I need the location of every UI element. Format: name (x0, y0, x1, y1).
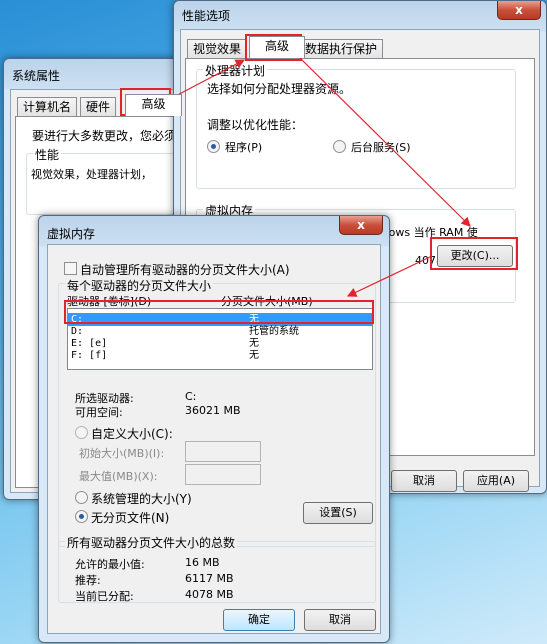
initial-size-label: 初始大小(MB)(I): (79, 447, 165, 460)
tab-dep[interactable]: 数据执行保护 (299, 39, 384, 58)
adjust-label: 调整以优化性能： (207, 118, 304, 132)
set-button[interactable]: 设置(S) (303, 502, 373, 524)
total-group-title: 所有驱动器分页文件大小的总数 (65, 534, 238, 551)
radio-custom-size[interactable] (75, 426, 88, 439)
virtual-memory-title: 虚拟内存 (47, 227, 96, 241)
highlight-drive-c-row (64, 300, 374, 324)
min-value: 16 MB (185, 556, 220, 569)
min-label: 允许的最小值: (75, 558, 145, 571)
tab-visual-effects[interactable]: 视觉效果 (187, 39, 248, 58)
perf-apply-button[interactable]: 应用(A) (463, 470, 529, 492)
auto-manage-label[interactable]: 自动管理所有驱动器的分页文件大小(A) (80, 261, 290, 278)
performance-desc: 视觉效果，处理器计划， (31, 168, 152, 181)
perf-cancel-button[interactable]: 取消 (391, 470, 457, 492)
total-group: 所有驱动器分页文件大小的总数 允许的最小值: 16 MB 推荐: 6117 MB… (58, 534, 376, 603)
tab-hardware[interactable]: 硬件 (80, 97, 117, 116)
processor-desc: 选择如何分配处理器资源。 (207, 82, 352, 96)
tab-computer-name[interactable]: 计算机名 (17, 97, 78, 116)
radio-system-managed[interactable] (75, 491, 88, 504)
selected-drive-value: C: (185, 390, 197, 403)
drive-size: 无 (249, 350, 259, 361)
vm-close-icon[interactable]: x (339, 216, 383, 235)
processor-group-title: 处理器计划 (203, 62, 268, 79)
processor-group: 处理器计划 选择如何分配处理器资源。 调整以优化性能： 程序(P) 后台服务(S… (196, 62, 516, 189)
max-size-label: 最大值(MB)(X): (79, 470, 158, 483)
current-label: 当前已分配: (75, 590, 134, 603)
performance-group-title: 性能 (33, 146, 62, 163)
free-space-value: 36021 MB (185, 404, 241, 417)
ok-button[interactable]: 确定 (223, 609, 295, 631)
auto-manage-checkbox[interactable] (64, 262, 77, 275)
drive-letter: F: [f] (71, 350, 108, 361)
per-drive-group-title: 每个驱动器的分页文件大小 (65, 277, 214, 294)
recommended-value: 6117 MB (185, 572, 234, 585)
highlight-change-button (430, 237, 518, 270)
radio-custom-size-label[interactable]: 自定义大小(C): (91, 425, 173, 442)
max-size-input (185, 464, 261, 485)
system-properties-title: 系统属性 (12, 69, 61, 83)
radio-no-paging-label[interactable]: 无分页文件(N) (91, 509, 169, 526)
radio-no-paging[interactable] (75, 510, 88, 523)
current-value: 4078 MB (185, 588, 234, 601)
drive-row[interactable]: F: [f] 无 (68, 349, 372, 362)
tab-advanced-perf[interactable]: 高级 (249, 36, 305, 58)
intro-text: 要进行大多数更改，您必须 (32, 129, 177, 143)
radio-background-services[interactable] (333, 140, 346, 153)
vm-cancel-button[interactable]: 取消 (304, 609, 376, 631)
initial-size-input (185, 441, 261, 462)
recommended-label: 推荐: (75, 574, 101, 587)
virtual-memory-dialog: 虚拟内存 x 自动管理所有驱动器的分页文件大小(A) 每个驱动器的分页文件大小 … (38, 215, 390, 643)
free-space-label: 可用空间: (75, 406, 123, 419)
close-icon[interactable]: x (497, 1, 541, 20)
radio-system-managed-label[interactable]: 系统管理的大小(Y) (91, 490, 192, 507)
radio-programs[interactable] (207, 140, 220, 153)
radio-background-label[interactable]: 后台服务(S) (351, 139, 411, 155)
tab-advanced[interactable]: 高级 (125, 94, 182, 116)
performance-options-title: 性能选项 (182, 9, 231, 23)
radio-programs-label[interactable]: 程序(P) (225, 139, 262, 155)
